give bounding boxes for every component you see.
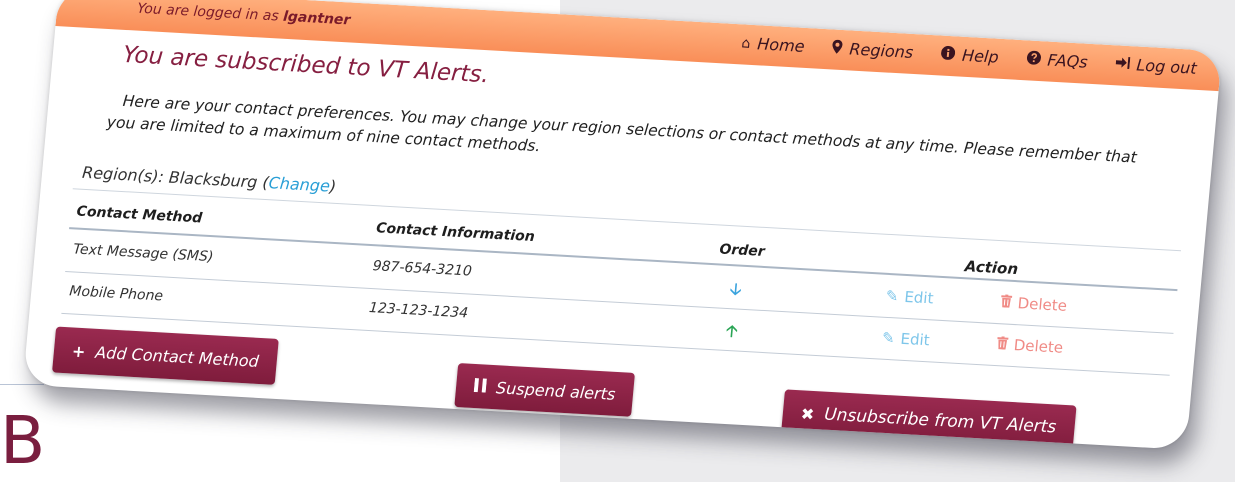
move-up-arrow-icon[interactable]: 🡡 bbox=[725, 320, 739, 348]
region-suffix: ) bbox=[329, 176, 338, 196]
edit-label: Edit bbox=[899, 329, 931, 350]
header-order: Order bbox=[718, 241, 766, 260]
nav-help-label: Help bbox=[961, 45, 1000, 67]
region-prefix: Region(s): Blacksburg ( bbox=[81, 162, 270, 193]
nav-regions-label: Regions bbox=[848, 39, 915, 62]
nav-logout[interactable]: Log out bbox=[1115, 54, 1198, 78]
change-region-link[interactable]: Change bbox=[268, 173, 331, 195]
background-letter: B bbox=[0, 402, 46, 479]
nav-help[interactable]: Help bbox=[940, 45, 999, 67]
trash-icon bbox=[1000, 293, 1013, 312]
login-prefix: You are logged in as bbox=[136, 0, 284, 25]
edit-label: Edit bbox=[903, 287, 935, 308]
delete-button[interactable]: Delete bbox=[1000, 293, 1068, 315]
vt-alerts-card: You are logged in as lgantner ⌂ Home Reg… bbox=[22, 0, 1223, 450]
sign-out-icon bbox=[1115, 56, 1131, 73]
home-icon: ⌂ bbox=[740, 34, 752, 52]
header-action: Action bbox=[964, 257, 1019, 279]
delete-label: Delete bbox=[1016, 294, 1068, 315]
nav-home-label: Home bbox=[756, 34, 806, 56]
nav-faqs-label: FAQs bbox=[1046, 50, 1089, 72]
info-circle-icon bbox=[940, 45, 956, 64]
pause-icon bbox=[473, 377, 487, 397]
nav-faqs[interactable]: FAQs bbox=[1026, 49, 1089, 72]
plus-icon: + bbox=[71, 341, 87, 361]
close-icon: ✖ bbox=[800, 403, 816, 424]
login-status: You are logged in as lgantner bbox=[137, 1, 351, 29]
nav-home[interactable]: ⌂ Home bbox=[740, 33, 806, 56]
contact-info-cell: 987-654-3210 bbox=[372, 258, 473, 280]
move-down-arrow-icon[interactable]: 🡣 bbox=[728, 278, 742, 306]
contact-method-cell: Text Message (SMS) bbox=[72, 241, 214, 266]
edit-icon: ✎ bbox=[881, 328, 896, 348]
login-username: lgantner bbox=[282, 8, 351, 29]
edit-icon: ✎ bbox=[885, 286, 900, 306]
map-marker-icon bbox=[832, 39, 844, 57]
delete-button[interactable]: Delete bbox=[996, 335, 1064, 357]
header-contact-method: Contact Method bbox=[75, 203, 203, 227]
suspend-alerts-button[interactable]: Suspend alerts bbox=[454, 363, 636, 417]
question-circle-icon bbox=[1026, 50, 1042, 69]
trash-icon bbox=[996, 335, 1009, 354]
delete-label: Delete bbox=[1013, 336, 1064, 357]
suspend-alerts-label: Suspend alerts bbox=[495, 377, 617, 404]
background-divider bbox=[0, 384, 44, 385]
nav-regions[interactable]: Regions bbox=[832, 38, 915, 62]
add-contact-method-label: Add Contact Method bbox=[94, 342, 260, 371]
edit-button[interactable]: ✎ Edit bbox=[881, 329, 930, 350]
nav-logout-label: Log out bbox=[1135, 55, 1198, 78]
screenshot-stage: B You are logged in as lgantner ⌂ Home R… bbox=[0, 0, 1235, 482]
contact-info-cell: 123-123-1234 bbox=[368, 300, 469, 322]
contact-method-cell: Mobile Phone bbox=[68, 283, 164, 305]
page-title: You are subscribed to VT Alerts. bbox=[121, 41, 490, 89]
add-contact-method-button[interactable]: + Add Contact Method bbox=[51, 326, 279, 385]
header-contact-information: Contact Information bbox=[375, 220, 536, 246]
edit-button[interactable]: ✎ Edit bbox=[885, 287, 934, 308]
